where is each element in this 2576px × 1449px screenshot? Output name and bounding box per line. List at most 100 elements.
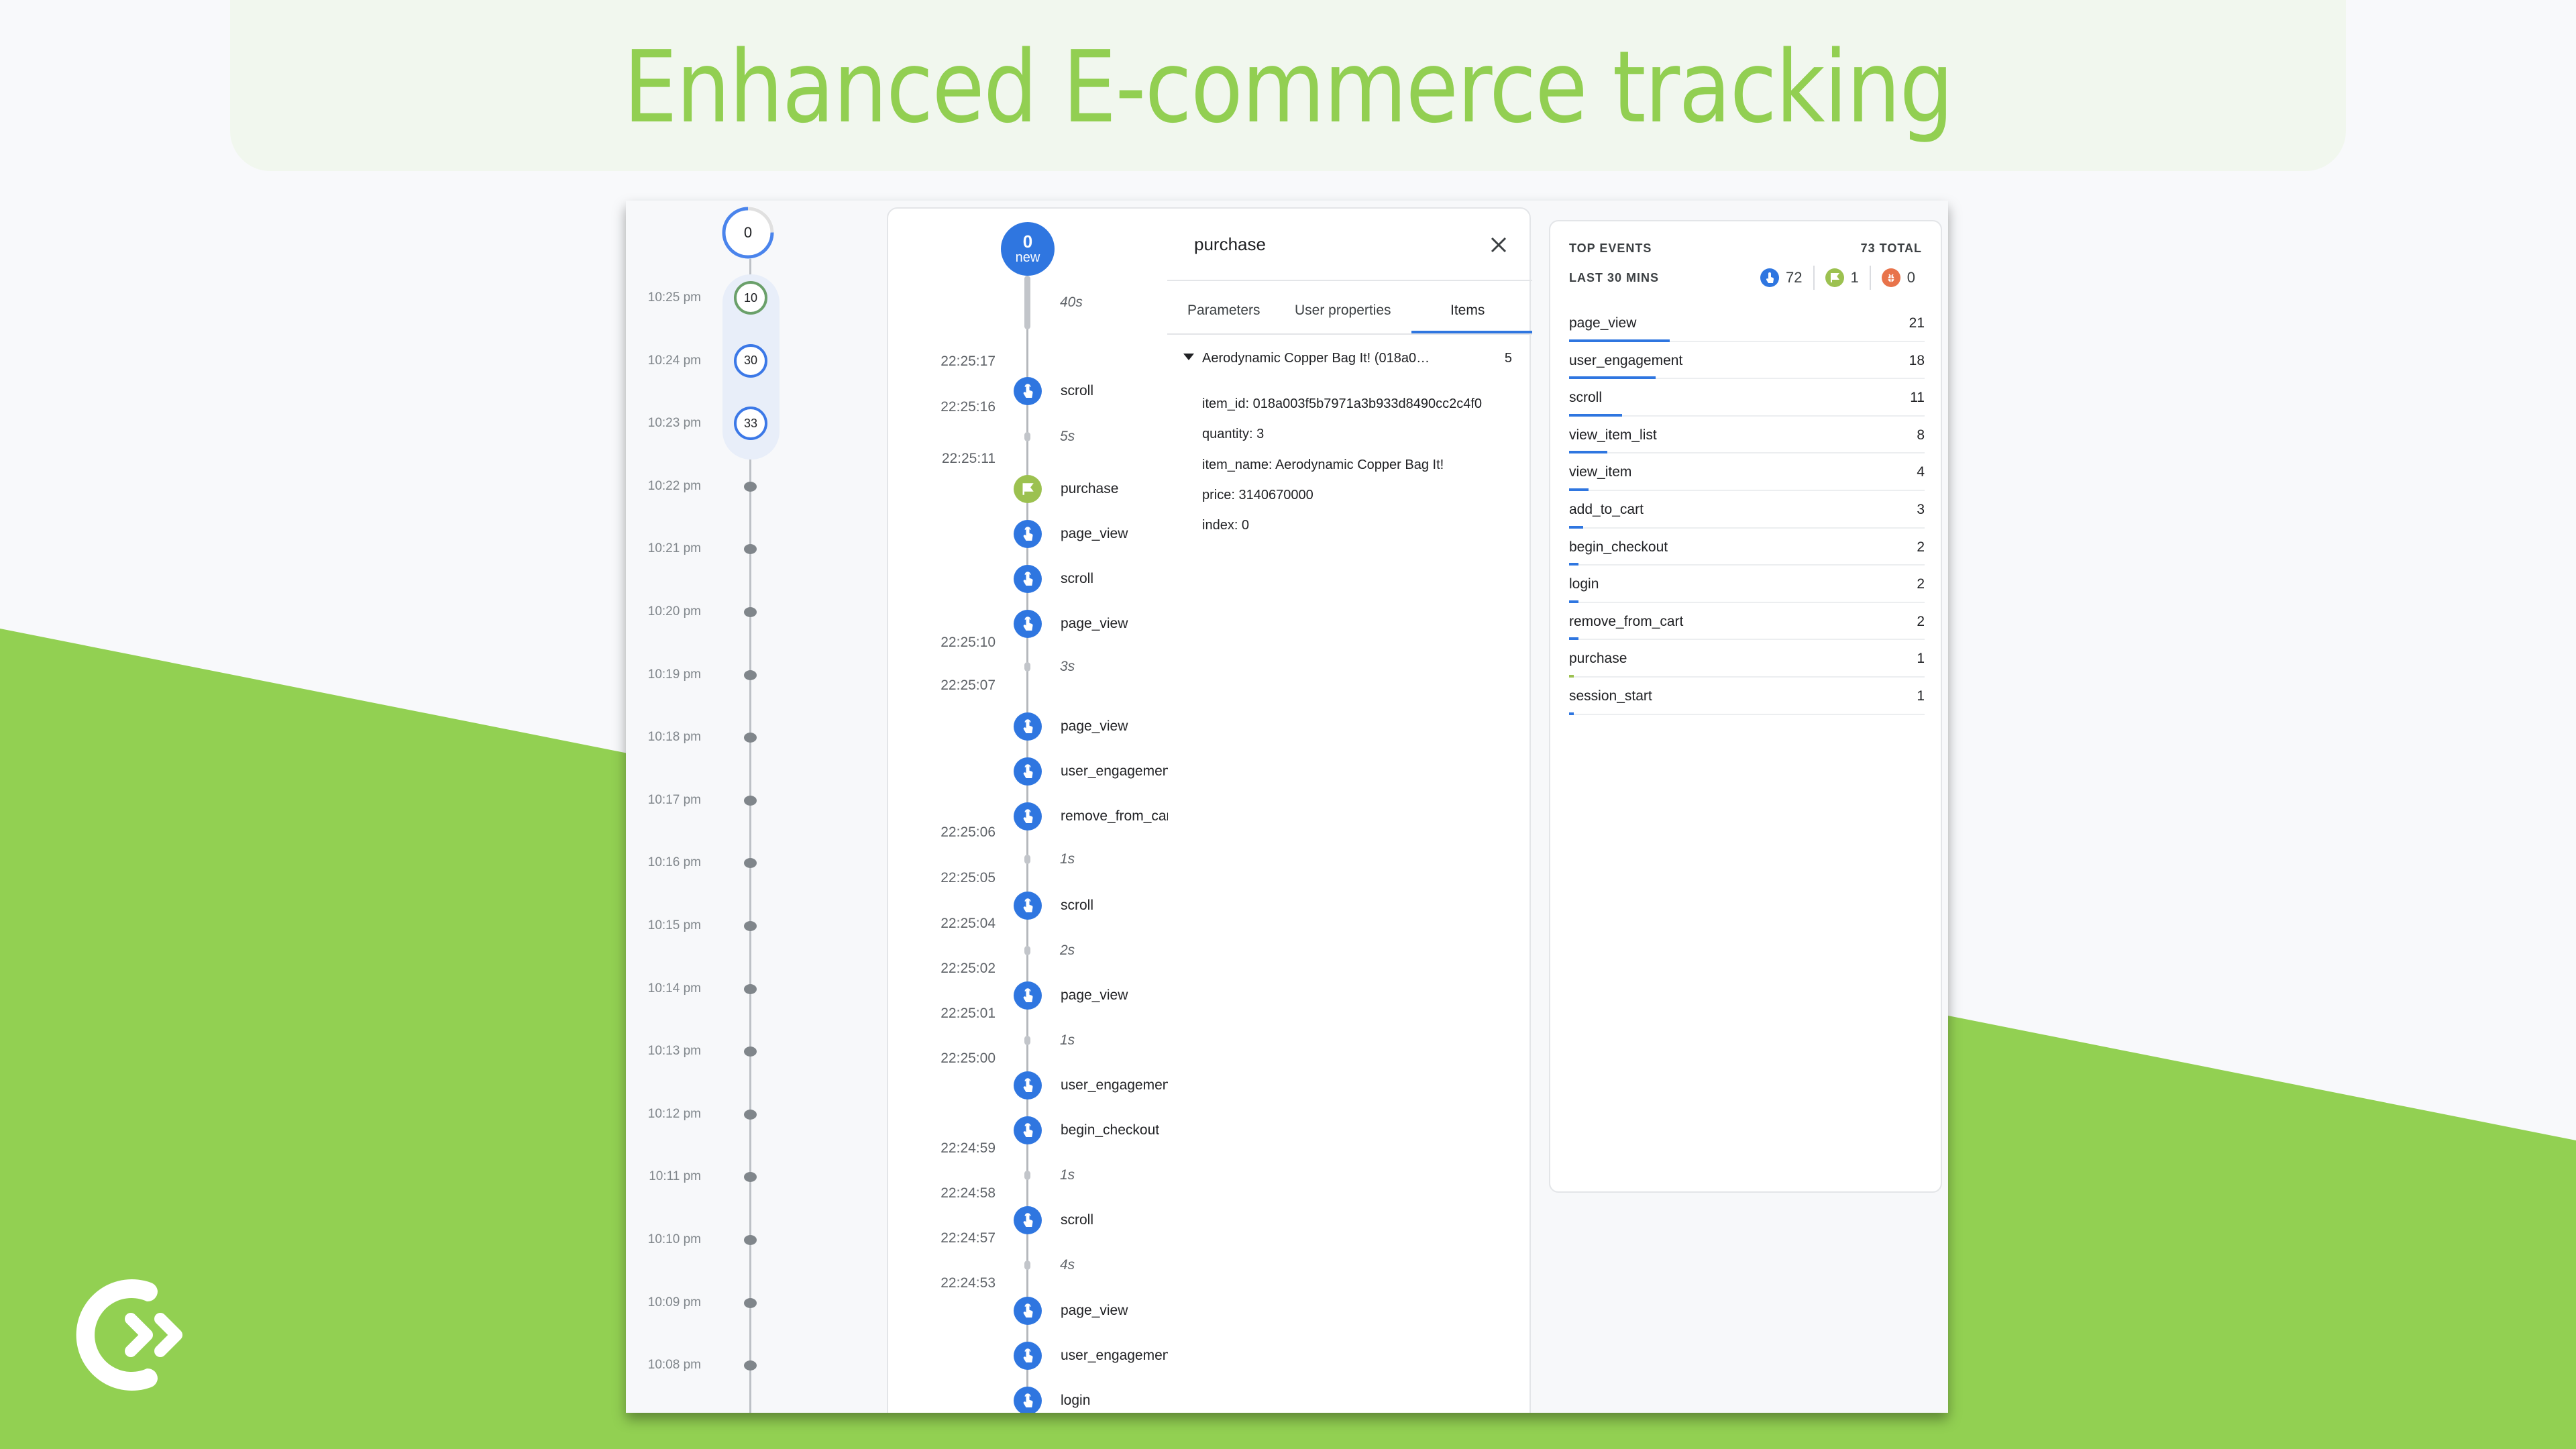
event-name[interactable]: begin_checkout: [1061, 1122, 1168, 1138]
top-event-row[interactable]: view_item 4: [1569, 453, 1925, 491]
touch-icon[interactable]: [1014, 1387, 1042, 1413]
minute-dot[interactable]: [744, 481, 757, 492]
tab-parameters[interactable]: Parameters: [1187, 303, 1260, 319]
touch-icon[interactable]: [1014, 610, 1042, 638]
minute-dot[interactable]: [744, 1046, 757, 1057]
minute-dot[interactable]: [744, 669, 757, 680]
minute-dot[interactable]: [744, 1297, 757, 1308]
minute-label: 10:12 pm: [647, 1106, 701, 1121]
top-event-row[interactable]: login 2: [1569, 566, 1925, 603]
minute-dot[interactable]: [744, 1360, 757, 1371]
touch-icon[interactable]: [1014, 712, 1042, 741]
gap-duration: 5s: [1060, 429, 1075, 444]
top-event-name: view_item: [1569, 464, 1632, 480]
minute-label: 10:21 pm: [647, 541, 701, 556]
event-timestamp: 22:25:17: [941, 354, 996, 369]
event-name[interactable]: page_view: [1061, 616, 1168, 632]
tab-items[interactable]: Items: [1450, 303, 1485, 319]
top-event-count: 2: [1917, 576, 1925, 592]
event-name[interactable]: user_engagement: [1061, 1348, 1168, 1364]
minute-label: 10:22 pm: [647, 478, 701, 493]
top-event-count: 1: [1917, 688, 1925, 704]
event-timestamp: 22:25:04: [941, 916, 996, 931]
minute-dot[interactable]: [744, 1172, 757, 1183]
event-type-counts: 72 1 0: [1760, 264, 1915, 291]
top-event-row[interactable]: purchase 1: [1569, 640, 1925, 678]
gap-marker: [1024, 946, 1030, 955]
event-name[interactable]: page_view: [1061, 1303, 1168, 1319]
minute-dot[interactable]: [744, 544, 757, 555]
event-name[interactable]: user_engagement: [1061, 1077, 1168, 1093]
top-event-count: 2: [1917, 539, 1925, 555]
tab-user-properties[interactable]: User properties: [1295, 303, 1391, 319]
top-event-row[interactable]: remove_from_cart 2: [1569, 603, 1925, 641]
minute-count-bubble[interactable]: 10: [734, 281, 767, 315]
top-event-row[interactable]: view_item_list 8: [1569, 417, 1925, 454]
top-event-name: remove_from_cart: [1569, 613, 1684, 629]
flag-icon[interactable]: [1014, 475, 1042, 503]
minute-label: 10:10 pm: [647, 1232, 701, 1246]
gap-marker: [1024, 276, 1030, 329]
event-timestamp: 22:25:06: [941, 824, 996, 840]
error-count-value: 0: [1907, 269, 1915, 286]
item-title: Aerodynamic Copper Bag It! (018a0…: [1202, 351, 1430, 366]
item-param: price: 3140670000: [1202, 488, 1313, 502]
event-name[interactable]: page_view: [1061, 718, 1168, 735]
event-name[interactable]: remove_from_cart: [1061, 808, 1168, 824]
touch-icon[interactable]: [1014, 520, 1042, 548]
top-event-name: user_engagement: [1569, 352, 1683, 368]
event-name[interactable]: login: [1061, 1393, 1168, 1409]
minute-dot[interactable]: [744, 795, 757, 806]
touch-icon[interactable]: [1014, 1342, 1042, 1370]
event-name[interactable]: scroll: [1061, 571, 1168, 587]
minute-label: 10:09 pm: [647, 1295, 701, 1309]
event-timestamp: 22:25:05: [941, 870, 996, 885]
minute-label: 10:25 pm: [647, 290, 701, 305]
gap-duration: 4s: [1060, 1257, 1075, 1273]
minute-label: 10:23 pm: [647, 416, 701, 431]
close-button[interactable]: [1487, 233, 1511, 257]
minute-dot[interactable]: [744, 858, 757, 869]
event-name[interactable]: scroll: [1061, 1212, 1168, 1228]
touch-icon[interactable]: [1014, 981, 1042, 1010]
event-name[interactable]: page_view: [1061, 987, 1168, 1004]
top-event-row[interactable]: scroll 11: [1569, 379, 1925, 417]
top-event-count: 2: [1917, 613, 1925, 629]
event-name[interactable]: purchase: [1061, 481, 1168, 497]
touch-icon[interactable]: [1014, 1116, 1042, 1144]
event-name[interactable]: scroll: [1061, 898, 1168, 914]
top-event-row[interactable]: session_start 1: [1569, 678, 1925, 715]
touch-icon[interactable]: [1014, 1297, 1042, 1325]
touch-icon: [1760, 268, 1780, 287]
top-event-row[interactable]: add_to_cart 3: [1569, 491, 1925, 529]
event-timestamp: 22:24:52: [915, 1411, 996, 1413]
touch-icon[interactable]: [1014, 565, 1042, 593]
item-param: index: 0: [1202, 518, 1250, 533]
touch-icon[interactable]: [1014, 377, 1042, 405]
touch-icon[interactable]: [1014, 1071, 1042, 1099]
touch-icon[interactable]: [1014, 757, 1042, 786]
minute-dot[interactable]: [744, 1109, 757, 1120]
top-event-row[interactable]: begin_checkout 2: [1569, 529, 1925, 566]
caret-down-icon: [1183, 354, 1194, 360]
top-event-row[interactable]: page_view 21: [1569, 305, 1925, 342]
top-event-row[interactable]: user_engagement 18: [1569, 342, 1925, 380]
event-name[interactable]: page_view: [1061, 526, 1168, 542]
minute-dot[interactable]: [744, 983, 757, 994]
touch-icon[interactable]: [1014, 802, 1042, 830]
minute-label: 10:20 pm: [647, 604, 701, 619]
minute-dot[interactable]: [744, 1235, 757, 1245]
minute-count-bubble[interactable]: 33: [734, 407, 767, 441]
top-event-count: 4: [1917, 464, 1925, 480]
touch-icon[interactable]: [1014, 892, 1042, 920]
touch-icon[interactable]: [1014, 1206, 1042, 1234]
item-row[interactable]: Aerodynamic Copper Bag It! (018a0… 5: [1183, 351, 1512, 371]
minute-dot[interactable]: [744, 921, 757, 931]
minute-dot[interactable]: [744, 607, 757, 617]
minute-count-bubble[interactable]: 30: [734, 343, 767, 378]
event-name[interactable]: scroll: [1061, 383, 1168, 399]
event-name[interactable]: user_engagement: [1061, 763, 1168, 780]
minute-dot[interactable]: [744, 733, 757, 743]
new-events-bubble[interactable]: 0 new: [1001, 222, 1055, 276]
close-icon: [1491, 237, 1507, 253]
